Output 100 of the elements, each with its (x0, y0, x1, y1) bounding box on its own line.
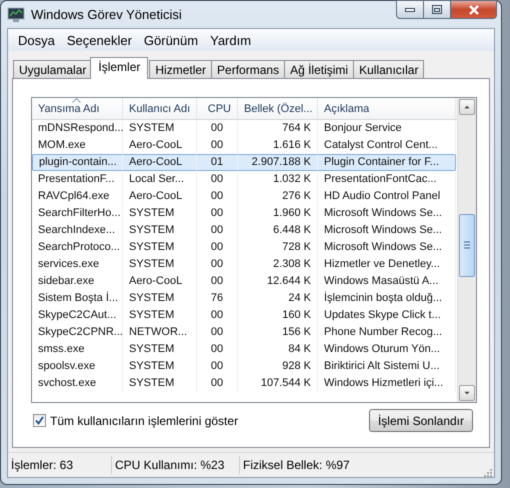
table-cell: 928 K (238, 358, 318, 375)
table-cell: Phone Number Recog... (318, 324, 456, 341)
column-header[interactable]: CPU (197, 98, 238, 120)
table-cell: Windows Oturum Yön... (318, 341, 456, 358)
tab[interactable]: Ağ İletişimi (284, 60, 354, 79)
table-cell: 00 (197, 273, 238, 290)
window-title: Windows Görev Yöneticisi (31, 7, 182, 22)
scroll-up-button[interactable] (459, 99, 475, 115)
table-cell: 107.544 K (238, 375, 318, 392)
menu-item[interactable]: Dosya (12, 32, 61, 48)
table-cell: 01 (197, 154, 238, 171)
checkbox[interactable] (33, 414, 46, 427)
table-cell: 12.644 K (238, 273, 318, 290)
table-cell: 24 K (238, 290, 318, 307)
table-cell: SYSTEM (123, 239, 197, 256)
tab[interactable]: Kullanıcılar (353, 60, 424, 79)
scrollbar[interactable] (457, 98, 476, 402)
process-name-cell[interactable]: plugin-contain... (32, 154, 123, 171)
process-name-cell[interactable]: Sistem Boşta İ... (32, 290, 123, 307)
table-cell: SYSTEM (123, 120, 197, 137)
status-text: İşlemler: 63 (8, 456, 112, 474)
maximize-icon (432, 5, 442, 14)
tab[interactable]: Uygulamalar (13, 60, 92, 79)
scroll-thumb[interactable] (459, 214, 475, 277)
table-cell: SYSTEM (123, 290, 197, 307)
tab[interactable]: İşlemler (90, 57, 148, 79)
process-name-cell[interactable]: SearchFilterHo... (32, 205, 123, 222)
column-header[interactable]: Bellek (Özel... (238, 98, 318, 120)
menu-item[interactable]: Yardım (204, 32, 258, 48)
resize-grip-icon[interactable] (482, 467, 492, 477)
maximize-button[interactable] (424, 0, 451, 19)
table-cell: Microsoft Windows Se... (318, 239, 456, 256)
table-cell: Aero-CooL (123, 273, 197, 290)
table-cell: 00 (197, 324, 238, 341)
table-cell: 76 (197, 290, 238, 307)
table-cell: 2.308 K (238, 256, 318, 273)
table-cell: 160 K (238, 307, 318, 324)
table-cell: SYSTEM (123, 205, 197, 222)
menu-item[interactable]: Görünüm (138, 32, 204, 48)
table-cell: 84 K (238, 341, 318, 358)
process-name-cell[interactable]: SkypeC2CPNR... (32, 324, 123, 341)
minimize-button[interactable] (396, 0, 424, 19)
table-cell: Plugin Container for F... (318, 154, 456, 171)
column-header[interactable]: Kullanıcı Adı (123, 98, 197, 120)
table-cell: Hizmetler ve Denetley... (318, 256, 456, 273)
table-cell: SYSTEM (123, 307, 197, 324)
checkbox-label: Tüm kullanıcıların işlemlerini göster (50, 414, 238, 428)
table-cell: 1.032 K (238, 171, 318, 188)
table-cell: SYSTEM (123, 341, 197, 358)
table-cell: Microsoft Windows Se... (318, 205, 456, 222)
process-name-cell[interactable]: RAVCpl64.exe (32, 188, 123, 205)
menu-item[interactable]: Seçenekler (60, 32, 138, 48)
table-cell: SYSTEM (123, 375, 197, 392)
table-cell: Aero-CooL (123, 188, 197, 205)
process-name-cell[interactable]: spoolsv.exe (32, 358, 123, 375)
table-cell: Biriktirici Alt Sistemi U... (318, 358, 456, 375)
table-cell: 156 K (238, 324, 318, 341)
process-name-cell[interactable]: svchost.exe (32, 375, 123, 392)
process-name-cell[interactable]: services.exe (32, 256, 123, 273)
table-cell: PresentationFontCac... (318, 171, 456, 188)
process-name-cell[interactable]: SkypeC2CAut... (32, 307, 123, 324)
table-cell: 00 (197, 307, 238, 324)
minimize-icon (405, 8, 415, 12)
end-process-button[interactable]: İşlemi Sonlandır (368, 409, 473, 432)
table-cell: 728 K (238, 239, 318, 256)
close-icon (468, 4, 480, 14)
table-cell: 00 (197, 205, 238, 222)
table-cell: 00 (197, 256, 238, 273)
process-name-cell[interactable]: sidebar.exe (32, 273, 123, 290)
tab[interactable]: Performans (211, 60, 286, 79)
table-cell: NETWOR... (123, 324, 197, 341)
table-cell: 00 (197, 222, 238, 239)
close-button[interactable] (451, 0, 497, 19)
tab[interactable]: Hizmetler (149, 60, 212, 79)
monitor-icon[interactable] (7, 6, 25, 22)
table-cell: SYSTEM (123, 358, 197, 375)
process-name-cell[interactable]: SearchIndexe... (32, 222, 123, 239)
column-header[interactable]: Açıklama (318, 98, 456, 120)
scroll-down-button[interactable] (459, 385, 475, 401)
column-header[interactable]: Yansıma Adı (32, 98, 123, 120)
table-cell: 6.448 K (238, 222, 318, 239)
table-cell: 764 K (238, 120, 318, 137)
table-cell: Bonjour Service (318, 120, 456, 137)
process-name-cell[interactable]: SearchProtoco... (32, 239, 123, 256)
table-cell: İşlemcinin boşta olduğ... (318, 290, 456, 307)
table-cell: SYSTEM (123, 222, 197, 239)
process-name-cell[interactable]: PresentationF... (32, 171, 123, 188)
table-cell: 00 (197, 375, 238, 392)
table-cell: SYSTEM (123, 256, 197, 273)
table-cell: 00 (197, 358, 238, 375)
table-cell: Windows Hizmetleri içi... (318, 375, 456, 392)
table-cell: 00 (197, 188, 238, 205)
process-name-cell[interactable]: mDNSRespond... (32, 120, 123, 137)
table-cell: 00 (197, 120, 238, 137)
table-cell: 276 K (238, 188, 318, 205)
table-cell: 2.907.188 K (238, 154, 318, 171)
process-name-cell[interactable]: smss.exe (32, 341, 123, 358)
table-cell: HD Audio Control Panel (318, 188, 456, 205)
table-cell: Local Ser... (123, 171, 197, 188)
table-cell: Microsoft Windows Se... (318, 222, 456, 239)
